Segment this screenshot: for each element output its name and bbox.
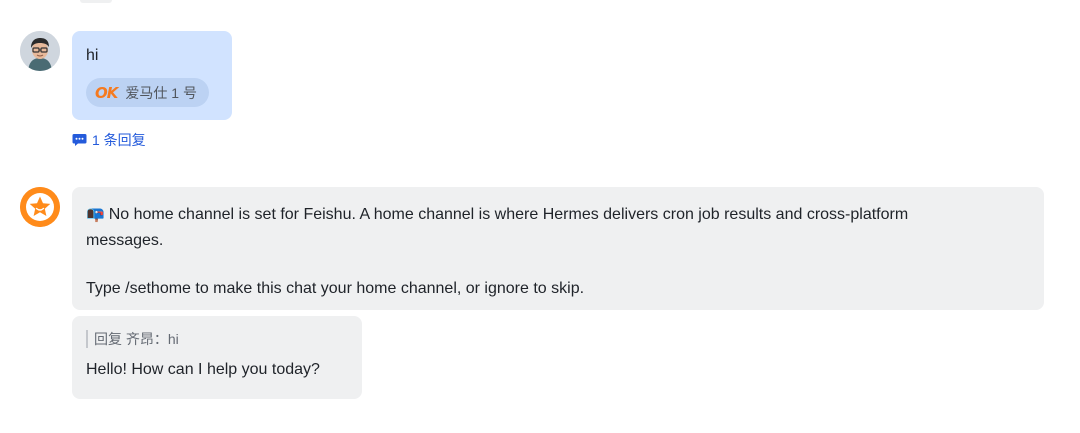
user-photo-avatar-icon: [20, 31, 60, 71]
reaction-user-name: 爱马仕 1 号: [125, 84, 197, 101]
bot-avatar[interactable]: [20, 187, 60, 227]
bot-reply-bubble[interactable]: 回复 齐昂：hi Hello! How can I help you today…: [72, 316, 362, 399]
bot-reply-text: Hello! How can I help you today?: [86, 361, 320, 378]
mailbox-icon: 📭: [86, 205, 105, 223]
bot-notice-bubble[interactable]: 📭 No home channel is set for Feishu. A ho…: [72, 187, 1044, 310]
thread-reply-count: 1 条回复: [92, 132, 146, 148]
thread-reply-link[interactable]: 1 条回复: [72, 131, 146, 149]
bot-notice-line-3: Type /sethome to make this chat your hom…: [86, 280, 585, 297]
ok-icon: OK: [95, 83, 118, 102]
reply-quote[interactable]: 回复 齐昂：hi: [86, 330, 348, 348]
user-message-text: hi: [86, 47, 99, 64]
star-bot-avatar-icon: [20, 187, 60, 227]
bot-notice-text-1: No home channel is set for Feishu. A hom…: [108, 206, 909, 223]
user-avatar[interactable]: [20, 31, 60, 71]
ok-reaction-chip[interactable]: OK 爱马仕 1 号: [86, 78, 209, 107]
previous-message-edge: [80, 0, 112, 3]
chat-message-list: hi OK 爱马仕 1 号 1 条回复 📭 No home channel is …: [0, 0, 1080, 433]
user-message-bubble[interactable]: hi OK 爱马仕 1 号: [72, 31, 232, 120]
bot-notice-line-1: 📭 No home channel is set for Feishu. A ho…: [86, 201, 1030, 228]
comment-icon: [72, 134, 87, 146]
bot-notice-line-2: messages.: [86, 232, 164, 249]
